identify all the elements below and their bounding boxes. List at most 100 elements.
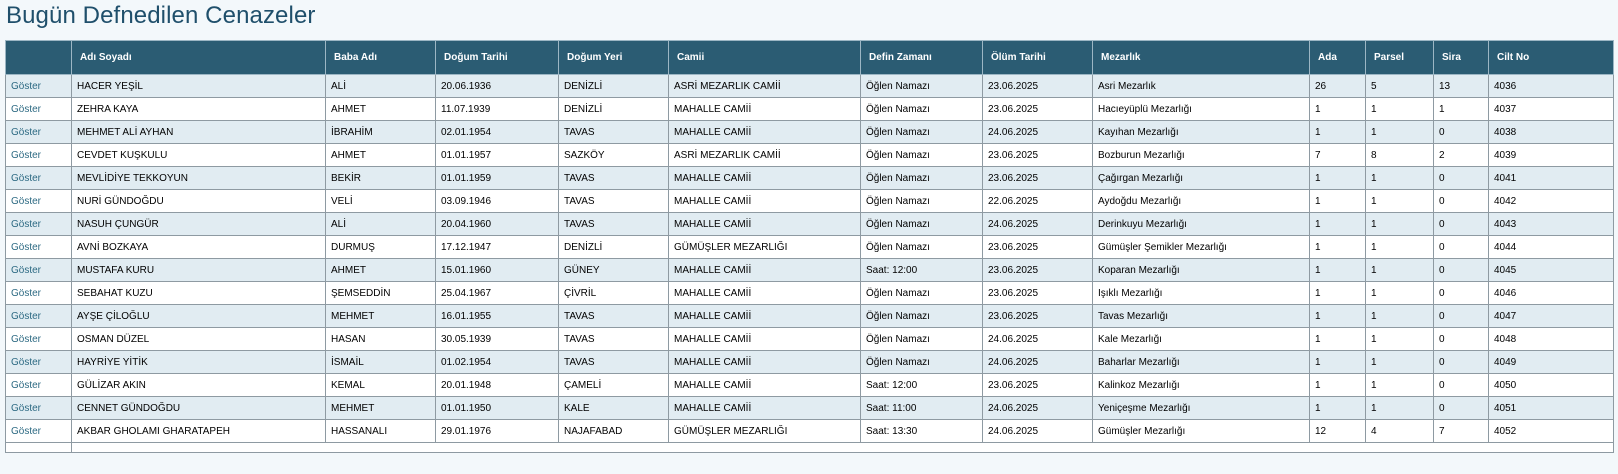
column-header-burial-time[interactable]: Defin Zamanı xyxy=(860,40,983,75)
show-button[interactable]: Göster xyxy=(11,288,41,299)
table-empty-row xyxy=(5,442,1614,453)
column-header-cemetery[interactable]: Mezarlık xyxy=(1092,40,1310,75)
page-title: Bugün Defnedilen Cenazeler xyxy=(6,2,316,29)
cell-parcel: 4 xyxy=(1365,419,1434,443)
cell-volume-no: 4050 xyxy=(1488,373,1614,397)
cell-father-name: ŞEMSEDDİN xyxy=(325,281,436,305)
cell-death-date: 23.06.2025 xyxy=(982,281,1093,305)
cell-cemetery: Aydoğdu Mezarlığı xyxy=(1092,189,1310,213)
cell-burial-time: Öğlen Namazı xyxy=(860,97,983,121)
cell-action: Göster xyxy=(5,212,72,236)
cell-death-date: 23.06.2025 xyxy=(982,143,1093,167)
cell-cemetery: Çağırgan Mezarlığı xyxy=(1092,166,1310,190)
cell-name: NURİ GÜNDOĞDU xyxy=(71,189,326,213)
cell-mosque: MAHALLE CAMİİ xyxy=(668,212,861,236)
table-row: Göster HACER YEŞİL ALİ 20.06.1936 DENİZLİ ASR… xyxy=(5,74,1614,98)
cell-volume-no: 4044 xyxy=(1488,235,1614,259)
show-button[interactable]: Göster xyxy=(11,334,41,345)
cell-birth-place: TAVAS xyxy=(558,120,669,144)
cell-birth-place: DENİZLİ xyxy=(558,74,669,98)
cell-action: Göster xyxy=(5,327,72,351)
column-header-name[interactable]: Adı Soyadı xyxy=(71,40,326,75)
show-button[interactable]: Göster xyxy=(11,81,41,92)
show-button[interactable]: Göster xyxy=(11,311,41,322)
cell-burial-time: Saat: 13:30 xyxy=(860,419,983,443)
show-button[interactable]: Göster xyxy=(11,426,41,437)
show-button[interactable]: Göster xyxy=(11,380,41,391)
show-button[interactable]: Göster xyxy=(11,403,41,414)
cell-burial-time: Öğlen Namazı xyxy=(860,304,983,328)
cell-volume-no: 4052 xyxy=(1488,419,1614,443)
cell-cemetery: Baharlar Mezarlığı xyxy=(1092,350,1310,374)
cell-action: Göster xyxy=(5,304,72,328)
cell-parcel: 1 xyxy=(1365,97,1434,121)
cell-block: 1 xyxy=(1309,258,1366,282)
column-header-birth-place[interactable]: Doğum Yeri xyxy=(558,40,669,75)
cell-burial-time: Öğlen Namazı xyxy=(860,235,983,259)
cell-block: 1 xyxy=(1309,97,1366,121)
show-button[interactable]: Göster xyxy=(11,127,41,138)
column-header-death-date[interactable]: Ölüm Tarihi xyxy=(982,40,1093,75)
cell-father-name: MEHMET xyxy=(325,304,436,328)
cell-parcel: 1 xyxy=(1365,373,1434,397)
cell-action: Göster xyxy=(5,373,72,397)
cell-row-number: 0 xyxy=(1433,350,1489,374)
cell-birth-place: ÇAMELİ xyxy=(558,373,669,397)
cell-action: Göster xyxy=(5,258,72,282)
column-header-mosque[interactable]: Camii xyxy=(668,40,861,75)
column-header-father-name[interactable]: Baba Adı xyxy=(325,40,436,75)
column-header-birth-date[interactable]: Doğum Tarihi xyxy=(435,40,559,75)
cell-burial-time: Öğlen Namazı xyxy=(860,281,983,305)
cell-volume-no: 4051 xyxy=(1488,396,1614,420)
table-row: Göster NURİ GÜNDOĞDU VELİ 03.09.1946 TAVAS MA… xyxy=(5,189,1614,213)
cell-birth-date: 03.09.1946 xyxy=(435,189,559,213)
column-header-block[interactable]: Ada xyxy=(1309,40,1366,75)
cell-birth-place: NAJAFABAD xyxy=(558,419,669,443)
show-button[interactable]: Göster xyxy=(11,357,41,368)
table-header-row: Adı Soyadı Baba Adı Doğum Tarihi Doğum Y… xyxy=(5,40,1614,75)
cell-block: 7 xyxy=(1309,143,1366,167)
table-row: Göster MEHMET ALİ AYHAN İBRAHİM 02.01.1954 T… xyxy=(5,120,1614,144)
cell-parcel: 1 xyxy=(1365,212,1434,236)
cell-mosque: MAHALLE CAMİİ xyxy=(668,304,861,328)
cell-death-date: 22.06.2025 xyxy=(982,189,1093,213)
cell-birth-place: TAVAS xyxy=(558,166,669,190)
cell-parcel: 1 xyxy=(1365,396,1434,420)
show-button[interactable]: Göster xyxy=(11,150,41,161)
column-header-parcel[interactable]: Parsel xyxy=(1365,40,1434,75)
burials-table: Adı Soyadı Baba Adı Doğum Tarihi Doğum Y… xyxy=(5,40,1614,453)
cell-volume-no: 4045 xyxy=(1488,258,1614,282)
cell-birth-place: TAVAS xyxy=(558,350,669,374)
cell-death-date: 24.06.2025 xyxy=(982,212,1093,236)
cell-action: Göster xyxy=(5,143,72,167)
cell-birth-place: TAVAS xyxy=(558,304,669,328)
cell-burial-time: Öğlen Namazı xyxy=(860,189,983,213)
cell-cemetery: Hacıeyüplü Mezarlığı xyxy=(1092,97,1310,121)
cell-action: Göster xyxy=(5,281,72,305)
show-button[interactable]: Göster xyxy=(11,196,41,207)
show-button[interactable]: Göster xyxy=(11,265,41,276)
cell-death-date: 23.06.2025 xyxy=(982,235,1093,259)
column-header-volume-no[interactable]: Cilt No xyxy=(1488,40,1614,75)
column-header-row-number[interactable]: Sira xyxy=(1433,40,1489,75)
show-button[interactable]: Göster xyxy=(11,104,41,115)
show-button[interactable]: Göster xyxy=(11,173,41,184)
cell-father-name: BEKİR xyxy=(325,166,436,190)
burials-table-wrapper: Adı Soyadı Baba Adı Doğum Tarihi Doğum Y… xyxy=(5,40,1614,453)
cell-parcel: 1 xyxy=(1365,327,1434,351)
cell-mosque: GÜMÜŞLER MEZARLIĞI xyxy=(668,235,861,259)
cell-name: HAYRİYE YİTİK xyxy=(71,350,326,374)
cell-father-name: HASSANALI xyxy=(325,419,436,443)
cell-father-name: İSMAİL xyxy=(325,350,436,374)
cell-burial-time: Saat: 11:00 xyxy=(860,396,983,420)
cell-row-number: 0 xyxy=(1433,189,1489,213)
cell-block: 26 xyxy=(1309,74,1366,98)
column-header-action xyxy=(5,40,72,75)
show-button[interactable]: Göster xyxy=(11,219,41,230)
table-row: Göster HAYRİYE YİTİK İSMAİL 01.02.1954 TAVAS… xyxy=(5,350,1614,374)
cell-mosque: ASRİ MEZARLIK CAMİİ xyxy=(668,74,861,98)
cell-name: SEBAHAT KUZU xyxy=(71,281,326,305)
cell-father-name: ALİ xyxy=(325,212,436,236)
cell-name: CEVDET KUŞKULU xyxy=(71,143,326,167)
show-button[interactable]: Göster xyxy=(11,242,41,253)
